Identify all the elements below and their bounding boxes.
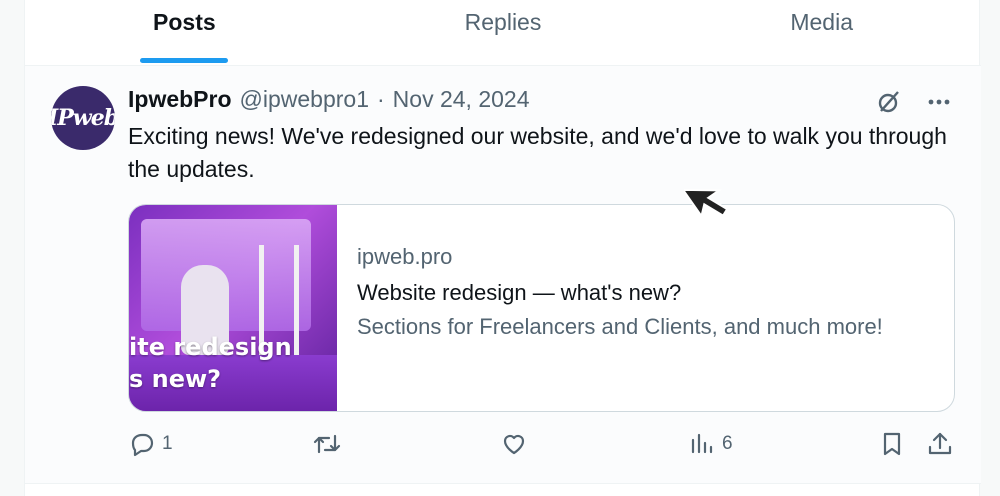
- link-card[interactable]: ite redesign s new? ipweb.pro Website re…: [128, 204, 955, 412]
- card-title: Website redesign — what's new?: [357, 280, 682, 305]
- tweet-text: Exciting news! We've redesigned our webs…: [128, 123, 947, 182]
- repost-button[interactable]: [312, 430, 348, 458]
- tweet-header-actions: [875, 88, 953, 116]
- timeline-column: Posts Replies Media IPweb IpwebPro @ipwe…: [24, 0, 981, 496]
- tab-label: Media: [790, 9, 853, 35]
- share-icon: [928, 432, 952, 455]
- share-button[interactable]: [926, 430, 954, 458]
- bookmark-icon: [883, 432, 901, 456]
- author-handle[interactable]: @ipwebpro1: [240, 86, 369, 113]
- card-body: ipweb.pro Website redesign — what's new?…: [337, 205, 954, 411]
- profile-tabs: Posts Replies Media: [25, 0, 981, 66]
- tweet-date[interactable]: Nov 24, 2024: [393, 86, 530, 113]
- reply-count: 1: [162, 433, 173, 454]
- reply-button[interactable]: 1: [128, 430, 173, 458]
- header-separator: ·: [377, 86, 385, 112]
- views-icon: [691, 433, 713, 454]
- like-button[interactable]: [500, 430, 534, 458]
- tweet[interactable]: IPweb IpwebPro @ipwebpro1 · Nov 24, 2024: [25, 66, 981, 484]
- repost-icon: [313, 434, 341, 454]
- views-button[interactable]: 6: [688, 430, 733, 458]
- avatar-logo-text: IPweb: [51, 105, 115, 131]
- tweet-header: IpwebPro @ipwebpro1 · Nov 24, 2024: [128, 86, 530, 116]
- more-icon[interactable]: [925, 88, 953, 116]
- card-image: ite redesign s new?: [129, 205, 337, 411]
- bookmark-button[interactable]: [878, 430, 906, 458]
- overlay-line-1: ite redesign: [129, 333, 292, 361]
- author-name[interactable]: IpwebPro: [128, 86, 232, 113]
- tab-label: Posts: [153, 9, 216, 35]
- heart-icon: [503, 434, 525, 455]
- tab-posts[interactable]: Posts: [25, 0, 344, 65]
- avatar[interactable]: IPweb: [51, 86, 115, 150]
- reply-icon: [131, 433, 154, 457]
- grok-icon[interactable]: [875, 88, 903, 116]
- card-image-overlay-text: ite redesign s new?: [129, 331, 292, 395]
- page: Posts Replies Media IPweb IpwebPro @ipwe…: [0, 0, 1000, 496]
- active-tab-indicator: [140, 58, 229, 63]
- card-domain: ipweb.pro: [357, 244, 453, 269]
- tab-media[interactable]: Media: [662, 0, 981, 65]
- card-description: Sections for Freelancers and Clients, an…: [357, 314, 883, 339]
- overlay-line-2: s new?: [129, 365, 222, 393]
- tab-replies[interactable]: Replies: [344, 0, 663, 65]
- tweet-actions: 1 6: [128, 430, 958, 470]
- views-count: 6: [722, 433, 733, 454]
- tab-label: Replies: [464, 9, 542, 35]
